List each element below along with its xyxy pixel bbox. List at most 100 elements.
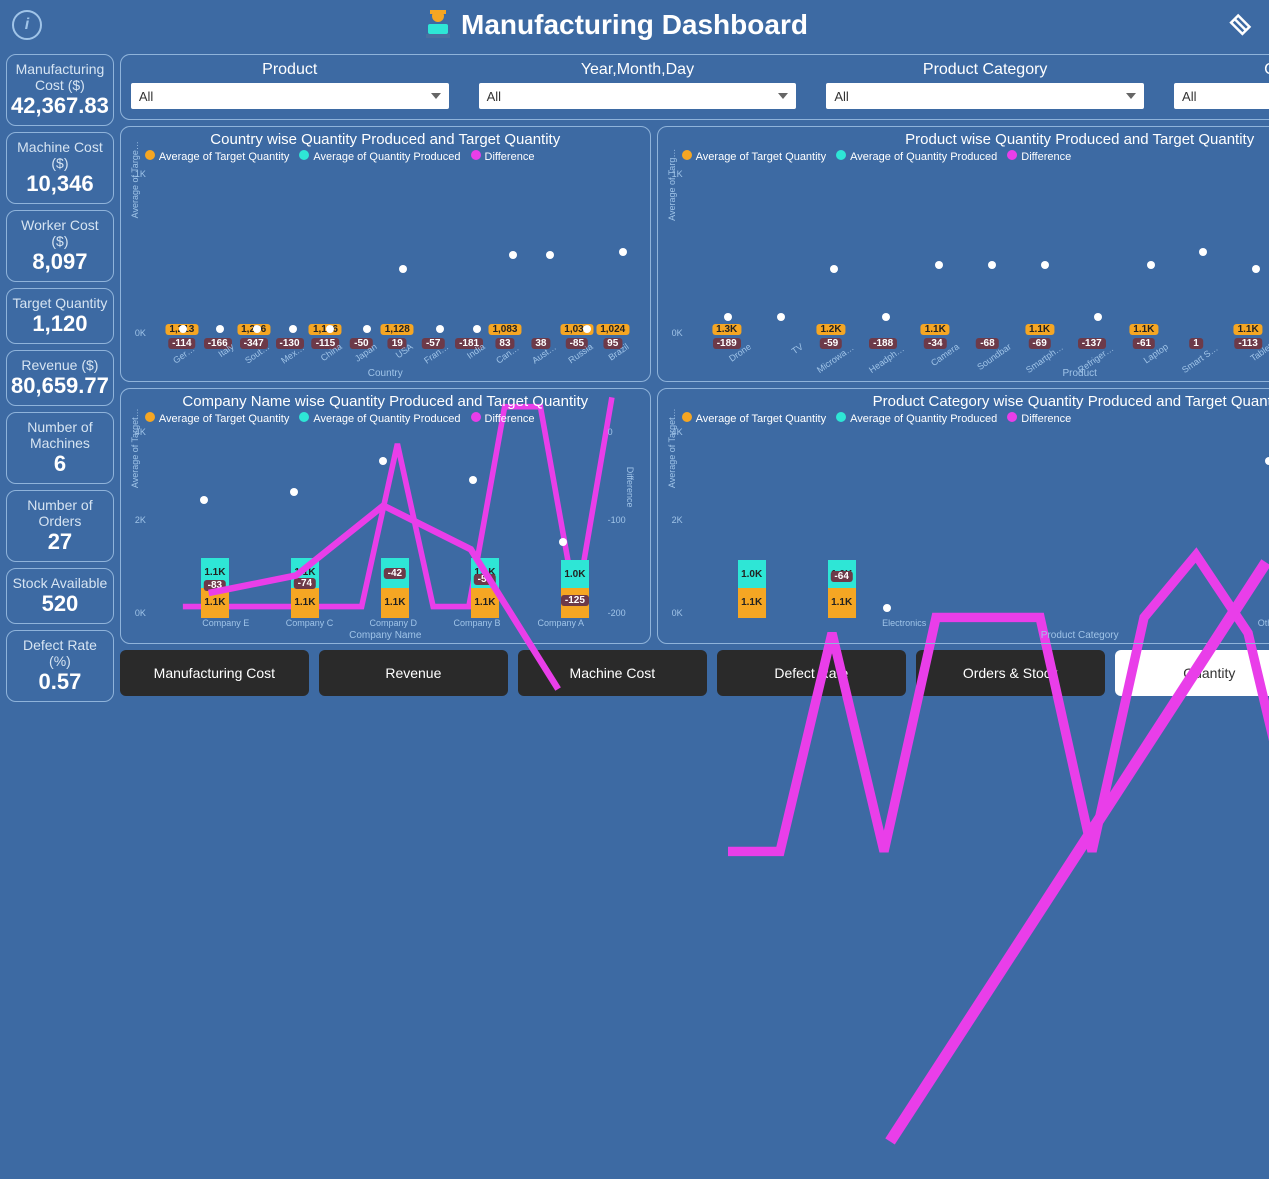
filter-label: Country, State, City	[1264, 61, 1269, 79]
tab-manufacturing-cost[interactable]: Manufacturing Cost	[120, 650, 309, 696]
diff-label: -42	[384, 568, 406, 579]
kpi-panel: Manufacturing Cost ($)42,367.83Machine C…	[6, 54, 114, 696]
bar-group[interactable]: 1.1K 1.1K -42	[365, 558, 425, 619]
clear-filters-icon[interactable]	[1225, 8, 1257, 40]
diff-label: -59	[820, 338, 842, 349]
bar-group[interactable]: 1.1K 1.1K -74	[275, 558, 335, 619]
kpi-card: Stock Available520	[6, 568, 114, 624]
kpi-value: 80,659.77	[11, 373, 109, 399]
kpi-label: Target Quantity	[11, 295, 109, 311]
kpi-value: 8,097	[11, 249, 109, 275]
legend: Average of Target Quantity Average of Qu…	[682, 412, 1269, 425]
info-icon[interactable]: i	[12, 10, 42, 40]
diff-label: -68	[976, 338, 998, 349]
legend: Average of Target Quantity Average of Qu…	[682, 150, 1269, 163]
bar-group[interactable]: 1.1K 1.0K	[722, 560, 782, 618]
x-axis-label: Company Name	[129, 630, 642, 641]
data-label: 1.1K	[921, 324, 950, 335]
kpi-label: Stock Available	[11, 575, 109, 591]
kpi-card: Machine Cost ($)10,346	[6, 132, 114, 204]
kpi-card: Defect Rate (%)0.57	[6, 630, 114, 702]
x-axis-label: Country	[129, 368, 642, 379]
kpi-value: 27	[11, 529, 109, 555]
tab-quantity[interactable]: Quantity	[1115, 650, 1269, 696]
kpi-label: Revenue ($)	[11, 357, 109, 373]
x-axis-label: Product	[666, 368, 1269, 379]
chart-company: Company Name wise Quantity Produced and …	[120, 388, 651, 644]
kpi-label: Worker Cost ($)	[11, 217, 109, 249]
tab-defect-rate[interactable]: Defect Rate	[717, 650, 906, 696]
data-label: 1.2K	[816, 324, 845, 335]
kpi-value: 0.57	[11, 669, 109, 695]
plot-area: Average of Target… Difference 4K2K0K -60…	[696, 427, 1269, 618]
bar-group[interactable]: 1.1K 1.0K -125	[545, 560, 605, 618]
kpi-label: Manufacturing Cost ($)	[11, 61, 109, 93]
chart-category: Product Category wise Quantity Produced …	[657, 388, 1269, 644]
kpi-value: 42,367.83	[11, 93, 109, 119]
kpi-label: Number of Machines	[11, 419, 109, 451]
data-label: 1.1K	[1234, 324, 1263, 335]
kpi-card: Manufacturing Cost ($)42,367.83	[6, 54, 114, 126]
kpi-value: 10,346	[11, 171, 109, 197]
diff-label: -69	[1028, 338, 1050, 349]
plot-area: Average of Target… Difference 4K2K0K 0-1…	[159, 427, 608, 618]
legend: Average of Target Quantity Average of Qu…	[145, 412, 642, 425]
data-label: 1,024	[596, 324, 629, 335]
plot-area: Average of Targ… 1K0K 1.3K -189 1.2K -59	[696, 165, 1269, 338]
bar-group[interactable]: 1.1K 1.1K -59	[455, 558, 515, 619]
x-axis-label: Product Category	[666, 630, 1269, 641]
data-label: 1,128	[381, 324, 414, 335]
kpi-value: 1,120	[11, 311, 109, 337]
data-label: 1.3K	[712, 324, 741, 335]
diff-label: -74	[294, 578, 316, 589]
bar-group[interactable]: 1.1K 1.0K -64	[812, 560, 872, 618]
x-axis: ElectronicsOthers	[722, 618, 1269, 628]
kpi-value: 520	[11, 591, 109, 617]
kpi-card: Number of Orders27	[6, 490, 114, 562]
page-title: Manufacturing Dashboard	[461, 9, 808, 41]
kpi-card: Number of Machines6	[6, 412, 114, 484]
diff-label: -83	[204, 580, 226, 591]
tab-revenue[interactable]: Revenue	[319, 650, 508, 696]
data-label: 1.1K	[1129, 324, 1158, 335]
header: i Manufacturing Dashboard	[0, 0, 1269, 50]
chevron-down-icon	[1126, 93, 1136, 99]
chart-product: Product wise Quantity Produced and Targe…	[657, 126, 1269, 382]
tab-orders-stock[interactable]: Orders & Stock	[916, 650, 1105, 696]
worker-icon	[420, 6, 456, 42]
legend: Average of Target Quantity Average of Qu…	[145, 150, 642, 163]
chart-title: Product wise Quantity Produced and Targe…	[666, 131, 1269, 148]
kpi-card: Worker Cost ($)8,097	[6, 210, 114, 282]
filter-label: Year,Month,Day	[581, 61, 694, 79]
diff-label: -125	[561, 595, 589, 606]
tab-bar: Manufacturing CostRevenueMachine CostDef…	[120, 650, 1269, 696]
kpi-card: Target Quantity1,120	[6, 288, 114, 344]
data-label: 1,083	[488, 324, 521, 335]
chart-title: Company Name wise Quantity Produced and …	[129, 393, 642, 410]
filter-label: Product Category	[923, 61, 1048, 79]
chart-title: Product Category wise Quantity Produced …	[666, 393, 1269, 410]
filter-bar: Product All Year,Month,Day All Product Cat…	[120, 54, 1269, 120]
chart-title: Country wise Quantity Produced and Targe…	[129, 131, 642, 148]
tab-machine-cost[interactable]: Machine Cost	[518, 650, 707, 696]
diff-label: -61	[1133, 338, 1155, 349]
diff-label: 1	[1189, 338, 1203, 349]
plot-area: Average of Targe… 1K0K 1,213 -114 -166 1…	[159, 165, 636, 338]
bar-group[interactable]: 1.1K 1.1K -83	[185, 558, 245, 619]
chart-country: Country wise Quantity Produced and Targe…	[120, 126, 651, 382]
filter-select[interactable]: All	[826, 83, 1144, 109]
kpi-label: Machine Cost ($)	[11, 139, 109, 171]
chevron-down-icon	[778, 93, 788, 99]
x-axis: Company ECompany CCompany DCompany BComp…	[185, 618, 602, 628]
chevron-down-icon	[431, 93, 441, 99]
kpi-label: Defect Rate (%)	[11, 637, 109, 669]
diff-label: -64	[830, 571, 852, 582]
filter-select[interactable]: All	[479, 83, 797, 109]
kpi-label: Number of Orders	[11, 497, 109, 529]
filter-label: Product	[262, 61, 317, 79]
filter-select[interactable]: All	[131, 83, 449, 109]
kpi-card: Revenue ($)80,659.77	[6, 350, 114, 406]
kpi-value: 6	[11, 451, 109, 477]
diff-label: -59	[474, 574, 496, 585]
filter-select[interactable]: All	[1174, 83, 1269, 109]
